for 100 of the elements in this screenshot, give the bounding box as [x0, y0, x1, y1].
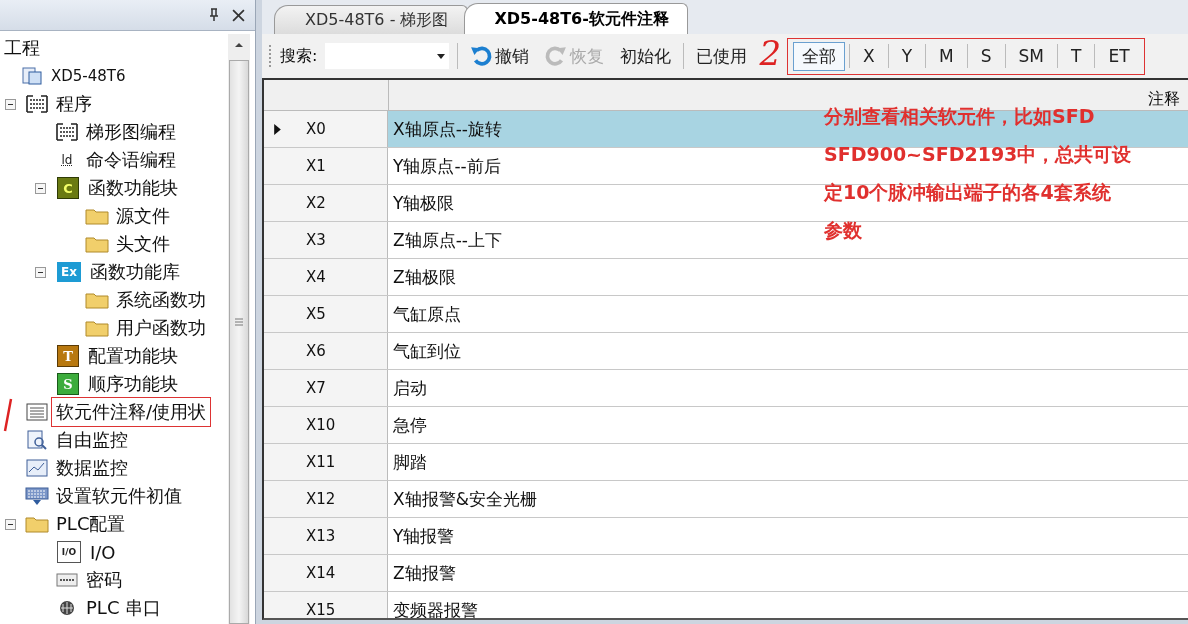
annotation-stroke-icon: [3, 398, 13, 432]
tree-item[interactable]: 系统函数功: [114, 288, 208, 312]
filter-button[interactable]: M: [930, 43, 963, 69]
table-cell[interactable]: 气缸到位: [393, 339, 461, 363]
table-cell: X12: [306, 490, 336, 508]
tree-item[interactable]: 顺序功能块: [86, 372, 180, 396]
table-cell[interactable]: 脚踏: [393, 450, 427, 474]
table-cell: X6: [306, 342, 326, 360]
tree-item[interactable]: 自由监控: [54, 428, 130, 452]
table-cell: X13: [306, 527, 336, 545]
column-header: 注释: [1148, 89, 1180, 110]
table-cell: X7: [306, 379, 326, 397]
dropdown-arrow-icon[interactable]: [437, 53, 446, 59]
table-cell[interactable]: 变频器报警: [393, 598, 478, 618]
annotation-line: 分别查看相关软元件，比如SFD: [824, 104, 1096, 129]
ladder-icon: [25, 94, 49, 114]
toolbar-button[interactable]: 初始化: [616, 44, 676, 68]
tree-item[interactable]: I/O: [88, 541, 118, 563]
table-cell: X10: [306, 416, 336, 434]
tree-item[interactable]: 命令语编程: [84, 148, 178, 172]
tree-item[interactable]: 工程: [2, 36, 42, 60]
keyboard-icon: [25, 486, 49, 506]
tree-item[interactable]: 数据监控: [54, 456, 130, 480]
filter-button[interactable]: SM: [1009, 43, 1053, 69]
toolbar-button[interactable]: 撤销: [466, 44, 534, 68]
letter-icon: ld: [57, 150, 77, 170]
tree-item[interactable]: PLC配置: [54, 512, 128, 536]
collapse-toggle-icon[interactable]: [35, 182, 46, 194]
annotation-line: 定10个脉冲输出端子的各4套系统: [824, 180, 1112, 205]
annotation-number: 2: [759, 36, 782, 70]
collapse-toggle-icon[interactable]: [5, 98, 16, 110]
folder-icon: [85, 234, 109, 254]
table-cell: X1: [306, 157, 326, 175]
table-cell: X0: [306, 120, 326, 138]
table-cell[interactable]: Y轴极限: [393, 191, 455, 215]
tree-item[interactable]: 梯形图编程: [84, 120, 178, 144]
letter-icon: Ex: [57, 262, 81, 282]
row-pointer-icon: [273, 123, 281, 135]
toolbar-button[interactable]: 已使用: [692, 44, 752, 68]
collapse-toggle-icon[interactable]: [35, 266, 46, 278]
table-cell: X5: [306, 305, 326, 323]
table-cell[interactable]: Y轴原点--前后: [393, 154, 501, 178]
table-cell: X14: [306, 564, 336, 582]
tab[interactable]: XD5-48T6 - 梯形图: [274, 5, 468, 34]
magnifier-page-icon: [25, 430, 49, 450]
table-cell[interactable]: Y轴报警: [393, 524, 455, 548]
ladder-icon: [55, 122, 79, 142]
tree-item[interactable]: 设置软元件初值: [54, 484, 184, 508]
filter-button[interactable]: ET: [1099, 43, 1139, 69]
list-icon: [25, 402, 49, 422]
tree-item[interactable]: 函数功能块: [86, 176, 180, 200]
filter-button[interactable]: T: [1062, 43, 1091, 69]
tree-item[interactable]: XD5-48T6: [49, 67, 128, 85]
scroll-up-icon[interactable]: [234, 42, 244, 48]
folder-icon: [85, 318, 109, 338]
table-cell[interactable]: X轴报警&安全光栅: [393, 487, 537, 511]
table-cell: X3: [306, 231, 326, 249]
letter-icon: C: [57, 177, 79, 199]
folder-icon: [25, 514, 49, 534]
row-selector[interactable]: [264, 111, 290, 147]
tab[interactable]: XD5-48T6-软元件注释: [463, 3, 688, 34]
table-cell[interactable]: Z轴报警: [393, 561, 456, 585]
redo-icon: [545, 45, 568, 67]
pin-icon[interactable]: [208, 8, 220, 22]
search-field[interactable]: [325, 43, 450, 69]
tree-item[interactable]: 配置功能块: [86, 344, 180, 368]
annotation-line: 参数: [824, 218, 863, 243]
filter-button[interactable]: S: [971, 43, 1001, 69]
letter-icon: I/O: [57, 541, 81, 563]
table-cell[interactable]: 启动: [393, 376, 427, 400]
search-label: 搜索:: [280, 45, 318, 67]
filter-button[interactable]: Y: [892, 43, 922, 69]
table-cell[interactable]: 急停: [393, 413, 427, 437]
toolbar-grip-icon[interactable]: [268, 44, 272, 68]
annotation-line: SFD900~SFD2193中，总共可设: [824, 142, 1132, 167]
folder-icon: [85, 290, 109, 310]
table-cell[interactable]: Z轴极限: [393, 265, 456, 289]
table-cell[interactable]: 气缸原点: [393, 302, 461, 326]
letter-icon: S: [57, 373, 79, 395]
collapse-toggle-icon[interactable]: [5, 518, 16, 530]
table-cell[interactable]: Z轴原点--上下: [393, 228, 502, 252]
tree-item[interactable]: 密码: [84, 568, 124, 592]
tree-item[interactable]: 源文件: [114, 204, 172, 228]
filter-button[interactable]: X: [854, 43, 884, 69]
tree-item[interactable]: 软元件注释/使用状: [54, 400, 209, 424]
tree-item[interactable]: 用户函数功: [114, 316, 208, 340]
chart-window-icon: [25, 458, 49, 478]
letter-icon: T: [57, 345, 79, 367]
tree-item[interactable]: 头文件: [114, 232, 172, 256]
tree-item[interactable]: PLC 串口: [84, 596, 164, 620]
filter-button[interactable]: 全部: [793, 41, 846, 71]
tree-item[interactable]: 函数功能库: [88, 260, 182, 284]
tree-item[interactable]: 程序: [54, 92, 94, 116]
folder-icon: [85, 206, 109, 226]
grip-icon: [234, 318, 244, 326]
document-icon: [20, 66, 44, 86]
close-icon[interactable]: [232, 8, 245, 22]
table-cell: X4: [306, 268, 326, 286]
undo-icon: [470, 45, 493, 67]
table-cell[interactable]: X轴原点--旋转: [393, 117, 502, 141]
